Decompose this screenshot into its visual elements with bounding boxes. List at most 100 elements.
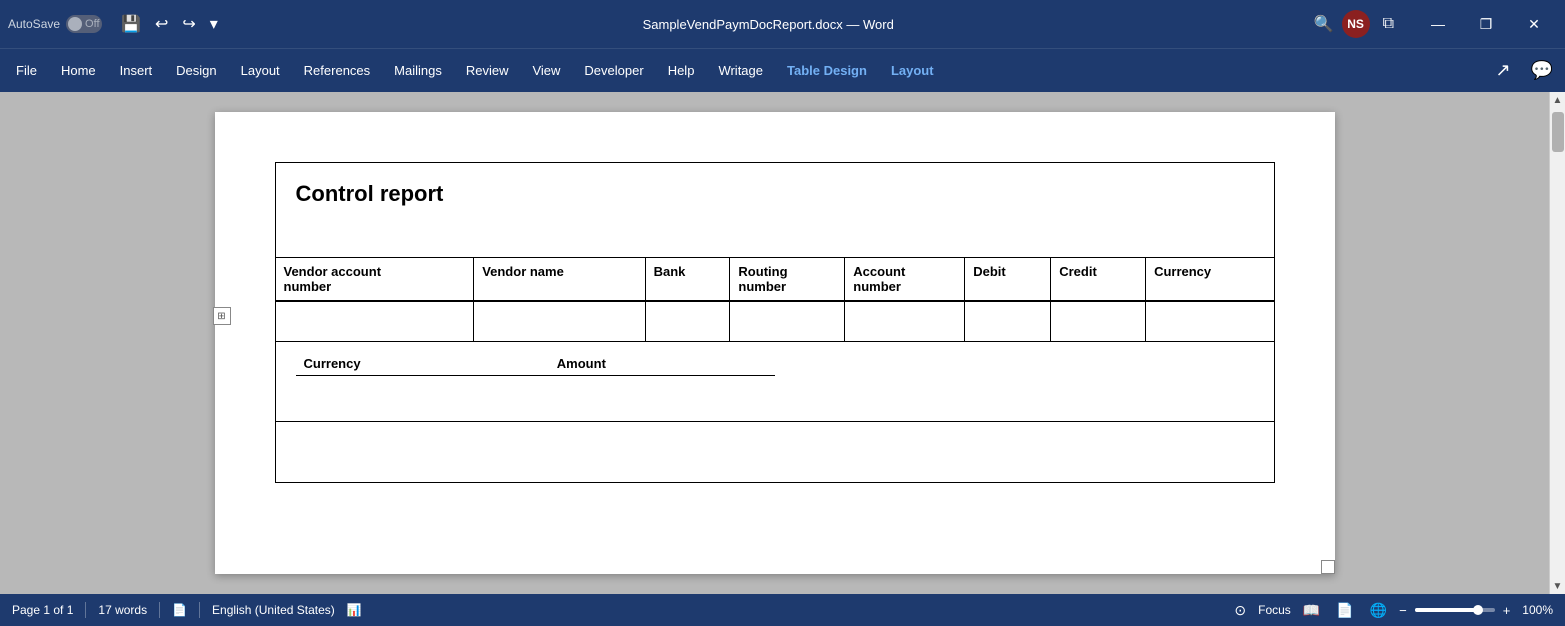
toggle-knob [68,17,82,31]
save-icon[interactable]: 💾 [116,12,146,36]
menu-view[interactable]: View [520,57,572,84]
cell-bank [645,301,730,341]
col-currency: Currency [1146,258,1274,301]
track-changes-icon[interactable]: 📊 [347,603,362,617]
focus-icon[interactable]: ⊙ [1230,600,1250,621]
read-mode-icon[interactable]: 📖 [1299,600,1324,621]
cell-vendor-name [474,301,645,341]
table-move-handle[interactable]: ⊞ [213,307,231,325]
zoom-plus-btn[interactable]: + [1503,603,1511,618]
title-bar: AutoSave Off 💾 ↩ ↪ ▾ SampleVendPaymDocRe… [0,0,1565,48]
menu-table-design[interactable]: Table Design [775,57,879,84]
title-section: Control report [276,163,1274,258]
comments-icon[interactable]: 💬 [1523,56,1561,85]
zoom-percent: 100% [1522,603,1553,617]
restore-button[interactable]: ❐ [1463,8,1509,40]
summary-cell-amount [549,375,775,411]
search-icon[interactable]: 🔍 [1314,14,1334,34]
cell-vendor-account [276,301,474,341]
col-credit: Credit [1051,258,1146,301]
menu-home[interactable]: Home [49,57,108,84]
zoom-slider-thumb[interactable] [1473,605,1483,615]
summary-table: Currency Amount [296,352,775,412]
filename: SampleVendPaymDocReport.docx [643,17,843,32]
cell-debit [965,301,1051,341]
document-canvas: ⊞ Control report Vendor accountnumber Ve… [0,92,1549,594]
summary-section: Currency Amount [276,342,1274,423]
restore-down-icon[interactable]: ⧉ [1378,13,1399,35]
proofing-icon[interactable]: 📄 [172,603,187,617]
status-left: Page 1 of 1 17 words 📄 English (United S… [12,602,362,618]
document-page[interactable]: ⊞ Control report Vendor accountnumber Ve… [215,112,1335,574]
title-separator: — [846,17,859,32]
main-data-table: Vendor accountnumber Vendor name Bank Ro… [276,258,1274,342]
minimize-button[interactable]: — [1415,8,1461,40]
report-title: Control report [296,181,444,206]
bottom-empty-area [276,422,1274,482]
status-divider-3 [199,602,200,618]
col-bank: Bank [645,258,730,301]
scroll-thumb[interactable] [1552,112,1564,152]
autosave-toggle[interactable]: Off [66,15,102,33]
document-area: ⊞ Control report Vendor accountnumber Ve… [0,92,1565,594]
toggle-state: Off [85,18,99,30]
focus-label[interactable]: Focus [1258,603,1291,617]
menu-right-actions: ↗ 💬 [1487,56,1561,85]
customize-icon[interactable]: ▾ [205,12,223,36]
undo-icon[interactable]: ↩ [150,12,173,36]
status-divider-2 [159,602,160,618]
title-bar-left: AutoSave Off 💾 ↩ ↪ ▾ [8,12,223,36]
summary-col-currency: Currency [296,352,549,376]
share-icon[interactable]: ↗ [1487,56,1518,85]
cell-credit [1051,301,1146,341]
menu-design[interactable]: Design [164,57,228,84]
summary-cell-currency [296,375,549,411]
vertical-scrollbar[interactable]: ▲ ▼ [1549,92,1565,594]
web-layout-icon[interactable]: 🌐 [1366,600,1391,621]
window-title: SampleVendPaymDocReport.docx — Word [223,17,1314,32]
summary-header-row: Currency Amount [296,352,775,376]
window-controls: — ❐ ✕ [1415,8,1557,40]
zoom-minus-btn[interactable]: − [1399,603,1407,618]
scroll-down-arrow[interactable]: ▼ [1550,578,1565,594]
menu-file[interactable]: File [4,57,49,84]
app-name: Word [863,17,894,32]
status-right: ⊙ Focus 📖 📄 🌐 − + 100% [1230,600,1553,621]
title-bar-right: 🔍 NS ⧉ — ❐ ✕ [1314,8,1557,40]
resize-handle[interactable] [1321,560,1335,574]
zoom-slider[interactable] [1415,608,1495,612]
menu-help[interactable]: Help [656,57,707,84]
table-header-row: Vendor accountnumber Vendor name Bank Ro… [276,258,1274,301]
menu-layout-active[interactable]: Layout [879,57,946,84]
menu-bar: File Home Insert Design Layout Reference… [0,48,1565,92]
col-vendor-account: Vendor accountnumber [276,258,474,301]
status-divider-1 [85,602,86,618]
menu-references[interactable]: References [292,57,382,84]
word-count: 17 words [98,603,147,617]
cell-routing [730,301,845,341]
zoom-slider-fill [1415,608,1475,612]
language[interactable]: English (United States) [212,603,335,617]
redo-icon[interactable]: ↪ [177,12,200,36]
cell-currency [1146,301,1274,341]
user-avatar[interactable]: NS [1342,10,1370,38]
status-bar: Page 1 of 1 17 words 📄 English (United S… [0,594,1565,626]
close-button[interactable]: ✕ [1511,8,1557,40]
summary-col-amount: Amount [549,352,775,376]
menu-developer[interactable]: Developer [572,57,655,84]
col-debit: Debit [965,258,1051,301]
col-account-number: Accountnumber [845,258,965,301]
autosave-label: AutoSave [8,17,60,31]
print-layout-icon[interactable]: 📄 [1332,600,1357,621]
scroll-up-arrow[interactable]: ▲ [1550,92,1565,108]
menu-review[interactable]: Review [454,57,521,84]
menu-layout[interactable]: Layout [229,57,292,84]
col-routing-number: Routingnumber [730,258,845,301]
menu-insert[interactable]: Insert [108,57,165,84]
menu-writage[interactable]: Writage [706,57,775,84]
quick-access-toolbar: 💾 ↩ ↪ ▾ [116,12,223,36]
cell-account [845,301,965,341]
document-table-container: Control report Vendor accountnumber Vend… [275,162,1275,483]
col-vendor-name: Vendor name [474,258,645,301]
menu-mailings[interactable]: Mailings [382,57,454,84]
